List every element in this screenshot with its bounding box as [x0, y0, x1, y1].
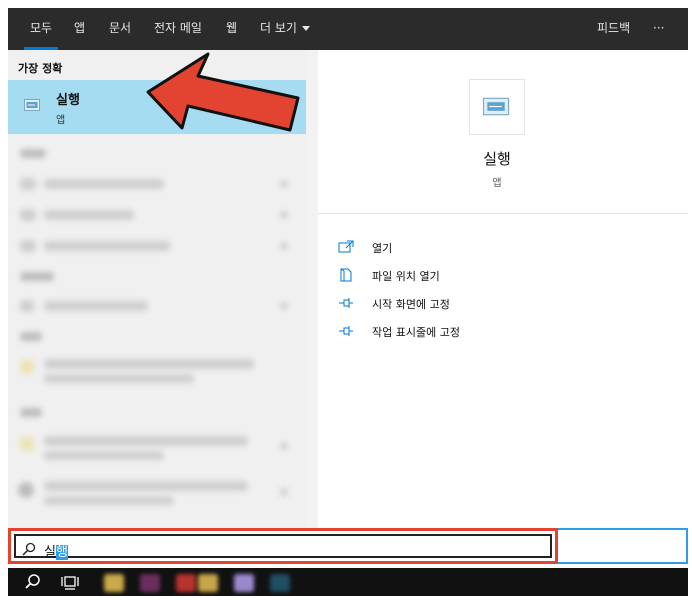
- blurred-chevron: [280, 488, 288, 496]
- blurred-result[interactable]: [44, 210, 134, 220]
- blurred-result-icon: [20, 360, 34, 374]
- more-options-button[interactable]: ···: [653, 8, 664, 50]
- taskbar: [8, 568, 688, 596]
- search-input-extension[interactable]: [558, 528, 688, 564]
- divider: [318, 213, 688, 214]
- preview-app-tile: [469, 79, 525, 135]
- search-icon[interactable]: [20, 571, 44, 593]
- preview-title: 실행: [483, 150, 511, 168]
- taskbar-app-blurred[interactable]: [104, 574, 124, 592]
- tab-more[interactable]: 더 보기: [260, 8, 310, 50]
- blurred-result-icon: [20, 240, 36, 252]
- tab-all[interactable]: 모두: [23, 8, 59, 50]
- file-location-icon: [340, 268, 352, 282]
- search-input[interactable]: 실행: [8, 528, 558, 564]
- action-open-file-location-label: 파일 위치 열기: [372, 270, 440, 283]
- search-text: 실행: [44, 541, 68, 560]
- blurred-section-label: [20, 408, 42, 417]
- preview-type: 앱: [492, 178, 502, 189]
- run-app-large-icon: [482, 97, 510, 116]
- blurred-result-icon: [20, 209, 36, 221]
- search-text-typed: 실: [44, 545, 56, 560]
- pin-icon: [339, 326, 353, 336]
- action-open-label: 열기: [372, 242, 393, 255]
- best-match-heading: 가장 정확: [18, 62, 63, 75]
- annotation-arrow: [146, 52, 300, 132]
- blurred-section-label: [20, 149, 46, 158]
- blurred-result[interactable]: [44, 241, 170, 251]
- taskbar-app-blurred[interactable]: [176, 574, 196, 592]
- blurred-result-sub: [44, 374, 194, 383]
- pin-icon: [339, 298, 353, 308]
- blurred-result[interactable]: [44, 359, 254, 369]
- blurred-result[interactable]: [44, 481, 248, 491]
- blurred-result-icon: [18, 482, 34, 498]
- blurred-result-icon: [20, 178, 36, 190]
- search-text-selected: 행: [55, 545, 68, 560]
- blurred-chevron: [280, 302, 288, 310]
- blurred-chevron: [280, 442, 288, 450]
- preview-panel: 실행 앱 열기 파일 위치 열기 시작 화면에 고정 작업 표시줄에 고정: [318, 50, 688, 528]
- blurred-chevron: [280, 211, 288, 219]
- best-match-title: 실행: [56, 93, 80, 108]
- blurred-result-sub: [44, 451, 164, 460]
- tab-more-label: 더 보기: [260, 21, 297, 35]
- blurred-result[interactable]: [44, 436, 248, 446]
- blurred-result[interactable]: [44, 301, 148, 311]
- tab-email[interactable]: 전자 메일: [154, 8, 202, 50]
- blurred-chevron: [280, 180, 288, 188]
- search-icon: [22, 542, 36, 556]
- search-nav-bar: 모두 앱 문서 전자 메일 웹 더 보기 피드백 ···: [8, 8, 688, 50]
- blurred-section-label: [20, 272, 54, 281]
- tab-web[interactable]: 웹: [226, 8, 237, 50]
- feedback-button[interactable]: 피드백: [597, 8, 630, 50]
- search-window: 모두 앱 문서 전자 메일 웹 더 보기 피드백 ··· 가장 정확 실행 앱: [8, 8, 688, 596]
- taskbar-app-blurred[interactable]: [234, 574, 254, 592]
- tab-documents[interactable]: 문서: [109, 8, 131, 50]
- tab-apps[interactable]: 앱: [74, 8, 85, 50]
- search-input-inner: 실행: [14, 534, 552, 560]
- taskbar-app-blurred[interactable]: [140, 574, 160, 592]
- blurred-result-icon: [20, 437, 34, 451]
- task-view-icon[interactable]: [58, 571, 82, 593]
- blurred-result-icon: [20, 300, 34, 312]
- chevron-down-icon: [301, 26, 310, 31]
- open-icon: [338, 240, 354, 253]
- blurred-chevron: [280, 242, 288, 250]
- taskbar-app-blurred[interactable]: [198, 574, 218, 592]
- taskbar-app-blurred[interactable]: [270, 574, 290, 592]
- action-pin-to-start-label: 시작 화면에 고정: [372, 298, 450, 311]
- blurred-section-label: [20, 332, 42, 341]
- blurred-result[interactable]: [44, 179, 164, 189]
- run-app-icon: [24, 99, 40, 111]
- search-row: 실행: [8, 528, 688, 568]
- best-match-type: 앱: [56, 115, 66, 126]
- action-pin-to-taskbar-label: 작업 표시줄에 고정: [372, 326, 460, 339]
- blurred-result-sub: [44, 496, 174, 505]
